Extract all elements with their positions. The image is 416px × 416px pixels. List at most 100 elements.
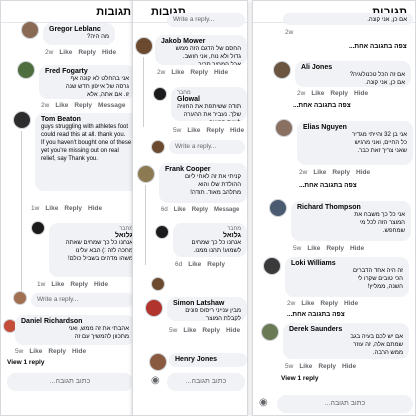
like-button[interactable]: Like	[187, 127, 200, 134]
comment-author[interactable]: Richard Thompson	[297, 204, 405, 211]
comment-author[interactable]: Daniel Richardson	[21, 318, 129, 325]
comment-author[interactable]: Jakob Mower	[161, 38, 241, 45]
avatar[interactable]	[135, 37, 153, 55]
hide-button[interactable]: Hide	[88, 205, 102, 212]
avatar[interactable]	[13, 111, 31, 129]
comment-author[interactable]: Gregor Leblanc	[49, 26, 109, 33]
comment-text: אני בהחלט לא קונה אף גרסה של אייפון חדש …	[65, 76, 129, 98]
like-button[interactable]: Like	[183, 327, 196, 334]
reply-button[interactable]: Reply	[318, 363, 336, 370]
reply-input[interactable]: Write a reply...	[31, 293, 135, 307]
comment-author[interactable]: Derek Saunders	[289, 326, 403, 333]
view-replies-link[interactable]: צפה בתגובה אחת...	[287, 311, 345, 318]
hide-button[interactable]: Hide	[350, 245, 364, 252]
comment-composer[interactable]: כתוב תגובה...	[7, 373, 133, 391]
like-button[interactable]: Like	[188, 261, 201, 268]
like-button[interactable]: Like	[301, 300, 314, 307]
comments-panel-middle: תגובות Write a reply... Jakob Mower החסם…	[132, 0, 248, 416]
hide-button[interactable]: Hide	[230, 127, 244, 134]
avatar[interactable]	[137, 165, 155, 183]
avatar[interactable]	[153, 87, 167, 101]
reply-button[interactable]: Reply	[207, 261, 225, 268]
hide-button[interactable]: Hide	[342, 363, 356, 370]
reply-button[interactable]: Reply	[330, 90, 348, 97]
comment-author[interactable]: Ali Jones	[301, 64, 405, 71]
avatar[interactable]	[261, 323, 279, 341]
hide-button[interactable]: Hide	[94, 281, 108, 288]
like-button[interactable]: Like	[299, 363, 312, 370]
reply-button[interactable]: Reply	[190, 69, 208, 76]
hide-button[interactable]: Hide	[356, 169, 370, 176]
reply-button[interactable]: Reply	[64, 205, 82, 212]
reply-button[interactable]: Reply	[332, 169, 350, 176]
view-replies-link[interactable]: View 1 reply	[7, 359, 44, 366]
comment-author[interactable]: Elias Nguyen	[303, 124, 407, 131]
avatar[interactable]	[145, 299, 163, 317]
comment-text: קניתי את זה לאחי ליום ההולדת שלו והוא מת…	[184, 174, 241, 196]
comment-author[interactable]: גלואל	[55, 232, 133, 239]
avatar[interactable]	[17, 61, 35, 79]
reply-button[interactable]: Reply	[48, 348, 66, 355]
like-button[interactable]: Like	[171, 69, 184, 76]
view-replies-link[interactable]: צפה בתגובה אחת...	[293, 102, 351, 109]
view-replies-link[interactable]: צפה בתגובה אחת...	[349, 43, 407, 50]
reply-button[interactable]: Reply	[74, 102, 92, 109]
hide-button[interactable]: Hide	[344, 300, 358, 307]
comment-author[interactable]: Tom Beaton	[41, 116, 133, 123]
reply-button[interactable]: Reply	[320, 300, 338, 307]
comment-composer[interactable]: כתוב תגובה...	[277, 395, 413, 413]
like-button[interactable]: Like	[29, 348, 42, 355]
like-button[interactable]: Like	[307, 245, 320, 252]
reply-input[interactable]: Write a reply...	[169, 140, 245, 154]
avatar[interactable]	[31, 221, 45, 235]
camera-icon[interactable]: ◉	[259, 397, 268, 408]
avatar[interactable]	[269, 199, 287, 217]
comment-author[interactable]: גלואל	[179, 232, 241, 239]
comment-author[interactable]: Loki Williams	[291, 260, 403, 267]
like-button[interactable]: Like	[174, 207, 186, 213]
comment-actions: 2w Like Reply Hide	[299, 169, 376, 176]
comment-author[interactable]: Glowal	[177, 96, 241, 103]
reply-button[interactable]: Reply	[206, 127, 224, 134]
avatar[interactable]	[273, 61, 291, 79]
comment-bubble: אם כן, אני קונה.	[283, 13, 413, 25]
panel-title: תגובות	[1, 1, 139, 23]
reply-button[interactable]: Reply	[326, 245, 344, 252]
hide-button[interactable]: Hide	[72, 348, 86, 355]
comment-author[interactable]: Fred Fogarty	[45, 68, 129, 75]
avatar[interactable]	[21, 21, 39, 39]
like-button[interactable]: Like	[313, 169, 326, 176]
hide-button[interactable]: Hide	[226, 327, 240, 334]
comment-time: 6d	[175, 261, 183, 268]
avatar[interactable]	[275, 119, 293, 137]
like-button[interactable]: Like	[45, 205, 58, 212]
like-button[interactable]: Like	[51, 281, 64, 288]
comment-author[interactable]: Frank Cooper	[165, 166, 241, 173]
message-button[interactable]: Message	[214, 207, 239, 213]
view-replies-link[interactable]: View 1 reply	[281, 375, 318, 382]
reply-button[interactable]: Reply	[202, 327, 220, 334]
like-button[interactable]: Like	[55, 102, 68, 109]
reply-button[interactable]: Reply	[78, 49, 96, 56]
comment-bubble: Henry Jones	[169, 353, 247, 367]
view-replies-link[interactable]: צפה בתגובה אחת...	[299, 182, 357, 189]
reply-button[interactable]: Reply	[192, 207, 208, 213]
reply-button[interactable]: Reply	[70, 281, 88, 288]
avatar[interactable]	[149, 353, 167, 371]
comment-bubble: Tom Beaton guys struggling with athletes…	[35, 113, 139, 191]
camera-icon[interactable]: ◉	[151, 375, 160, 386]
hide-button[interactable]: Hide	[354, 90, 368, 97]
comment-time: 6d	[161, 207, 168, 213]
comment-author[interactable]: Henry Jones	[175, 356, 241, 363]
message-button[interactable]: Message	[98, 102, 125, 109]
like-button[interactable]: Like	[311, 90, 324, 97]
comment-author[interactable]: Simon Latshaw	[173, 300, 241, 307]
avatar[interactable]	[263, 257, 281, 275]
comment-composer[interactable]: כתוב תגובה...	[167, 373, 245, 391]
like-button[interactable]: Like	[59, 49, 72, 56]
hide-button[interactable]: Hide	[214, 69, 228, 76]
avatar[interactable]	[155, 225, 169, 239]
hide-button[interactable]: Hide	[102, 49, 116, 56]
reply-input[interactable]: Write a reply...	[167, 13, 245, 27]
avatar	[151, 277, 165, 291]
